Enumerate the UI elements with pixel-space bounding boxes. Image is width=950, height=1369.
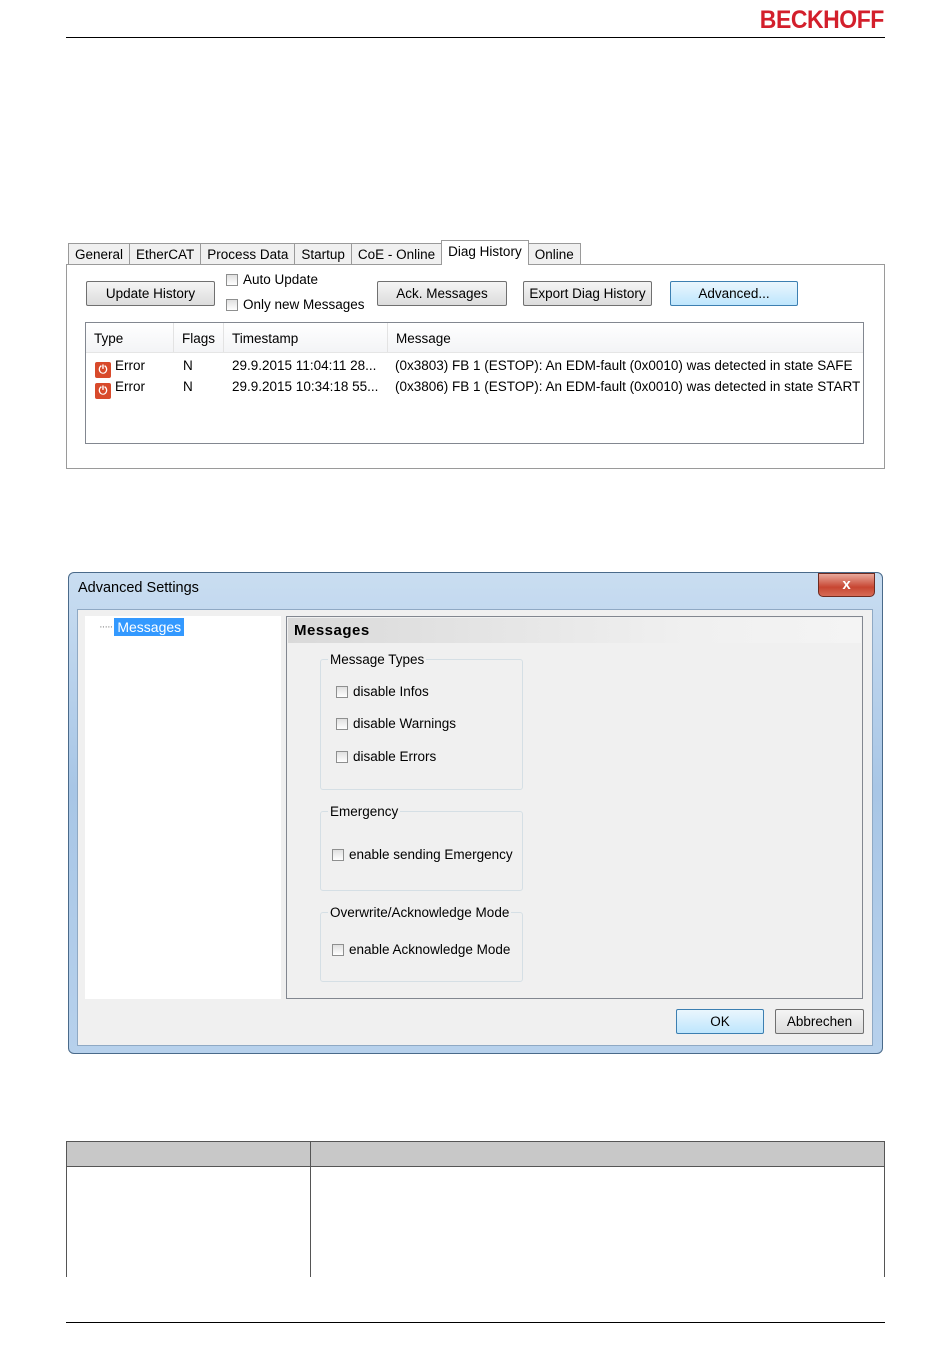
- export-diag-history-button[interactable]: Export Diag History: [523, 281, 652, 306]
- only-new-messages-checkbox[interactable]: Only new Messages: [226, 297, 365, 312]
- disable-infos-label: disable Infos: [353, 684, 429, 699]
- disable-infos-checkbox[interactable]: disable Infos: [336, 684, 429, 699]
- tab-online[interactable]: Online: [527, 243, 581, 265]
- cancel-button[interactable]: Abbrechen: [775, 1009, 864, 1034]
- advanced-button[interactable]: Advanced...: [670, 281, 798, 306]
- footer-rule: [66, 1322, 885, 1323]
- beckhoff-logo: BECKHOFF: [759, 6, 885, 34]
- column-header-timestamp[interactable]: Timestamp: [224, 323, 388, 352]
- table-right-border: [884, 1141, 885, 1277]
- close-button[interactable]: x: [818, 573, 875, 597]
- enable-acknowledge-mode-checkbox[interactable]: enable Acknowledge Mode: [332, 942, 510, 957]
- table-column-divider: [310, 1141, 311, 1277]
- checkbox-icon: [226, 298, 238, 311]
- table-left-border: [66, 1141, 67, 1277]
- auto-update-checkbox[interactable]: Auto Update: [226, 272, 318, 287]
- flags-cell: N: [183, 379, 193, 394]
- tab-ethercat[interactable]: EtherCAT: [129, 243, 202, 265]
- tab-general[interactable]: General: [68, 243, 131, 265]
- emergency-label: Emergency: [328, 804, 401, 819]
- error-icon: ⏻: [95, 383, 111, 399]
- column-header-type[interactable]: Type: [86, 323, 174, 352]
- only-new-messages-label: Only new Messages: [243, 297, 365, 312]
- message-cell: (0x3806) FB 1 (ESTOP): An EDM-fault (0x0…: [395, 379, 861, 394]
- ack-messages-button[interactable]: Ack. Messages: [377, 281, 507, 306]
- enable-acknowledge-mode-label: enable Acknowledge Mode: [349, 942, 511, 957]
- disable-errors-checkbox[interactable]: disable Errors: [336, 749, 436, 764]
- checkbox-icon: [336, 685, 348, 698]
- message-types-label: Message Types: [328, 652, 427, 667]
- checkbox-icon: [332, 848, 344, 861]
- column-header-flags[interactable]: Flags: [174, 323, 224, 352]
- tab-diag-history[interactable]: Diag History: [441, 240, 529, 265]
- disable-warnings-label: disable Warnings: [353, 716, 457, 731]
- disable-errors-label: disable Errors: [353, 749, 437, 764]
- enable-sending-emergency-label: enable sending Emergency: [349, 847, 513, 862]
- table-header: [66, 1141, 885, 1167]
- overwrite-ack-label: Overwrite/Acknowledge Mode: [328, 905, 512, 920]
- update-history-button[interactable]: Update History: [86, 281, 215, 306]
- tree-connector: ·····: [99, 621, 113, 633]
- message-cell: (0x3803) FB 1 (ESTOP): An EDM-fault (0x0…: [395, 358, 853, 373]
- checkbox-icon: [336, 750, 348, 763]
- checkbox-icon: [332, 943, 344, 956]
- ok-button[interactable]: OK: [676, 1009, 764, 1034]
- diag-message-list[interactable]: Type Flags Timestamp Message ⏻ Error N 29…: [85, 322, 864, 444]
- tab-coe-online[interactable]: CoE - Online: [350, 243, 443, 265]
- disable-warnings-checkbox[interactable]: disable Warnings: [336, 716, 456, 731]
- type-cell: ⏻ Error: [95, 376, 145, 399]
- flags-cell: N: [183, 358, 193, 373]
- column-header-message[interactable]: Message: [388, 323, 863, 352]
- timestamp-cell: 29.9.2015 11:04:11 28...: [232, 358, 377, 373]
- enable-sending-emergency-checkbox[interactable]: enable sending Emergency: [332, 847, 513, 862]
- settings-tree: [85, 616, 281, 999]
- timestamp-cell: 29.9.2015 10:34:18 55...: [232, 379, 379, 394]
- tree-item-label: Messages: [114, 618, 185, 636]
- pane-title: Messages: [288, 618, 861, 643]
- tree-item-messages[interactable]: ····· Messages: [99, 618, 185, 636]
- tab-process-data[interactable]: Process Data: [200, 243, 296, 265]
- tab-startup[interactable]: Startup: [294, 243, 352, 265]
- type-cell: ⏻ Error: [95, 355, 145, 378]
- checkbox-icon: [336, 717, 348, 730]
- table-row[interactable]: ⏻ Error N 29.9.2015 11:04:11 28... (0x380…: [86, 355, 863, 378]
- header-rule: [66, 37, 885, 38]
- table-row[interactable]: ⏻ Error N 29.9.2015 10:34:18 55... (0x380…: [86, 376, 863, 399]
- dialog-title: Advanced Settings: [78, 580, 199, 596]
- auto-update-label: Auto Update: [243, 272, 319, 287]
- tab-strip: General EtherCAT Process Data Startup Co…: [68, 240, 581, 265]
- checkbox-icon: [226, 273, 238, 286]
